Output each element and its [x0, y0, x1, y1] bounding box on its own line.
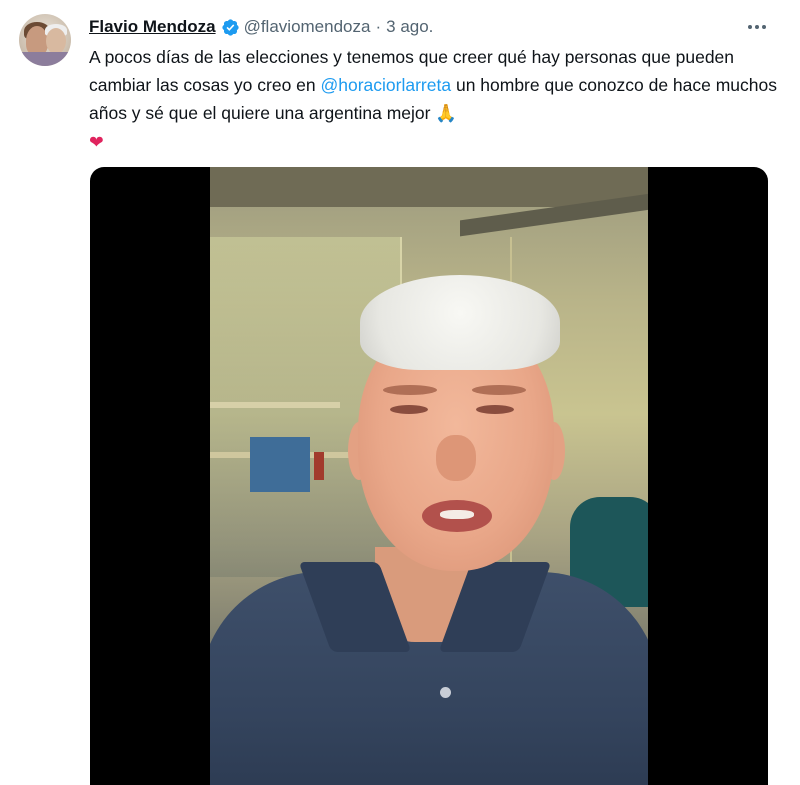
background-shelf: [210, 402, 340, 408]
video-frame: [210, 167, 648, 785]
person-shirt-button: [440, 687, 451, 698]
person-eye: [476, 405, 514, 414]
mention-link[interactable]: @horaciorlarreta: [321, 75, 452, 95]
background-ceiling: [210, 167, 648, 207]
person-eyebrow: [472, 385, 526, 395]
more-dot: [748, 25, 752, 29]
person-teeth: [440, 510, 474, 519]
tweet[interactable]: Flavio Mendoza @flaviomendoza · 3 ago. A…: [0, 0, 800, 785]
person-hair: [360, 275, 560, 370]
folded-hands-emoji-icon: 🙏: [435, 104, 458, 124]
background-object: [250, 437, 310, 492]
more-options-icon[interactable]: [744, 17, 770, 37]
author-avatar[interactable]: [19, 14, 71, 66]
person-nose: [436, 435, 476, 481]
red-heart-emoji-icon: ❤: [89, 133, 104, 153]
person-eyebrow: [383, 385, 437, 395]
tweet-text: A pocos días de las elecciones y tenemos…: [89, 43, 779, 157]
tweet-date[interactable]: 3 ago.: [386, 17, 433, 37]
author-name[interactable]: Flavio Mendoza: [89, 17, 216, 37]
tweet-header: Flavio Mendoza @flaviomendoza · 3 ago.: [89, 16, 433, 38]
more-dot: [762, 25, 766, 29]
more-dot: [755, 25, 759, 29]
avatar-person2-face: [46, 28, 66, 54]
person-eye: [390, 405, 428, 414]
verified-badge-icon[interactable]: [221, 18, 240, 37]
avatar-clothing: [19, 52, 71, 66]
author-handle[interactable]: @flaviomendoza: [244, 17, 371, 37]
background-object: [314, 452, 324, 480]
tweet-video[interactable]: [90, 167, 768, 785]
header-separator: ·: [375, 17, 382, 36]
